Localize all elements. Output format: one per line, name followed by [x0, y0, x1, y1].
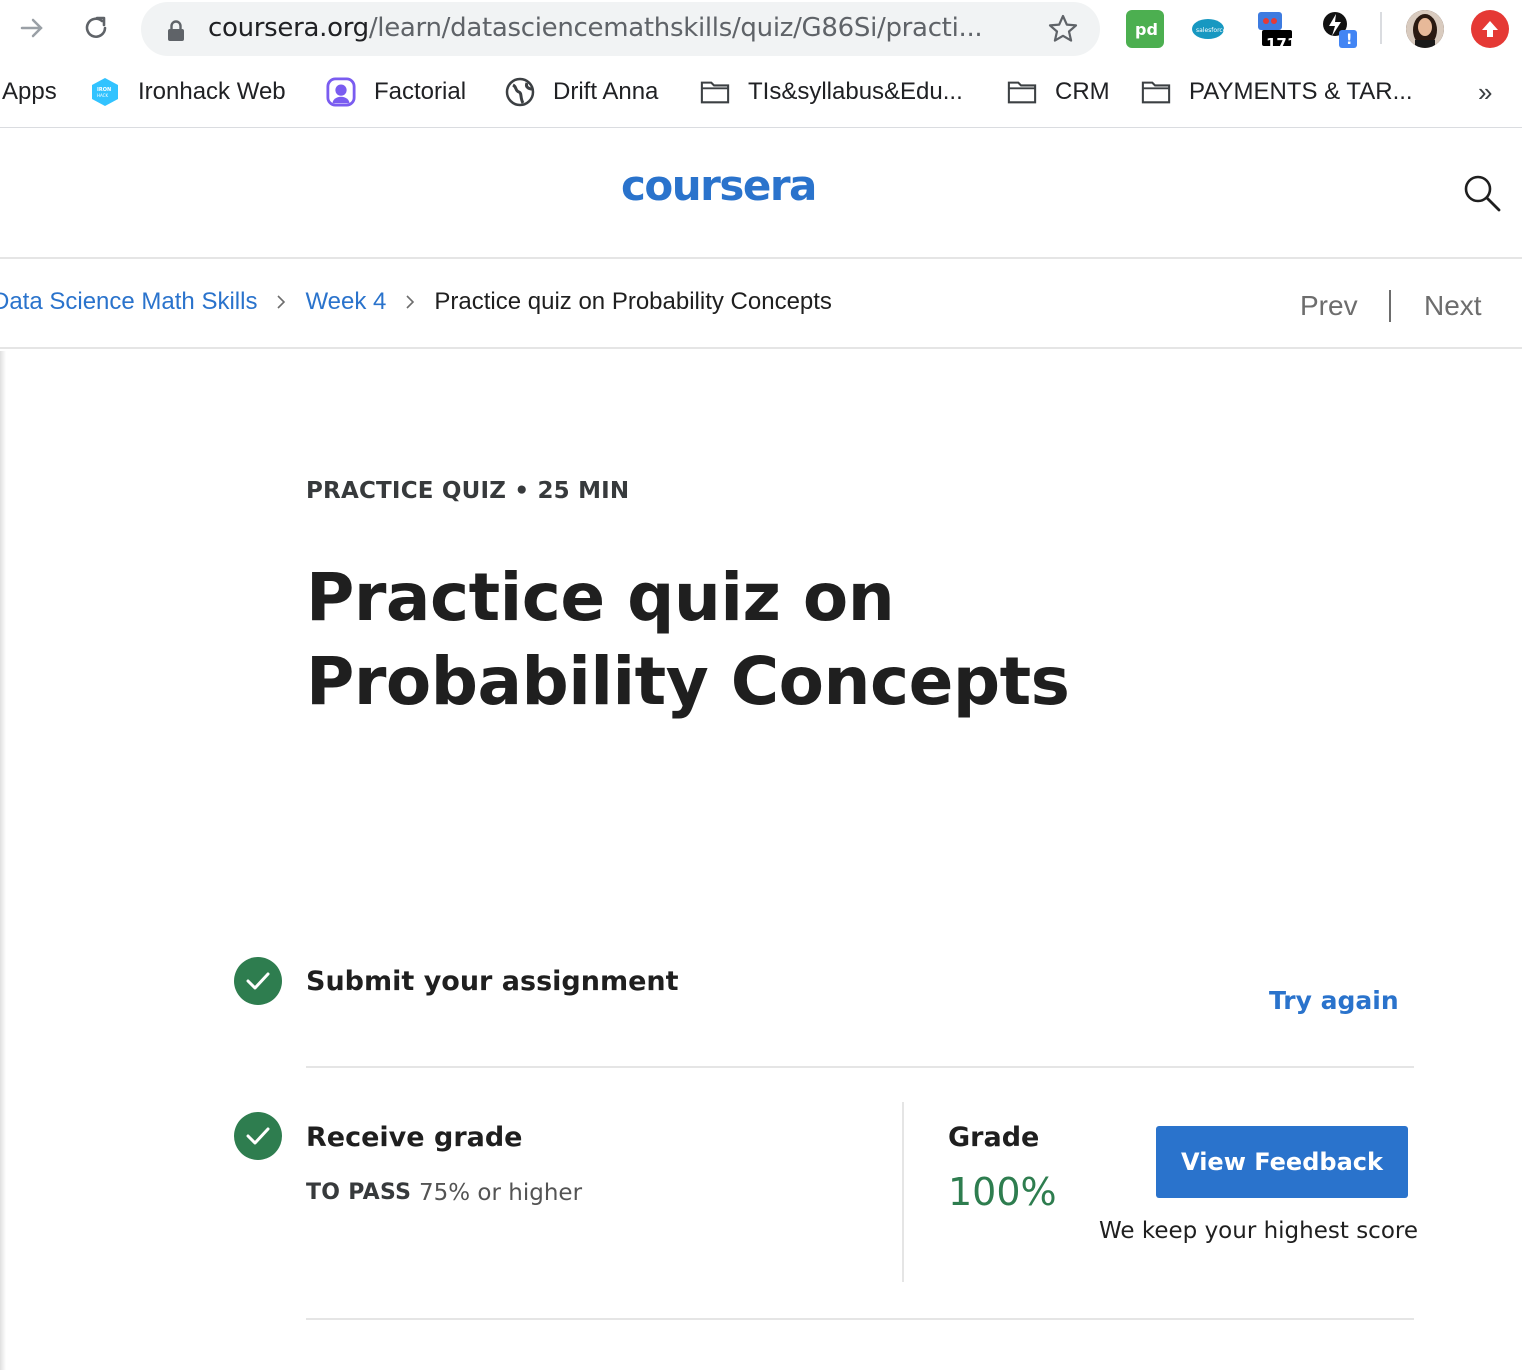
bookmark-ironhack-web[interactable]: IRON HACK Ironhack Web [90, 74, 286, 110]
browser-toolbar: coursera.org/learn/datasciencemathskills… [0, 0, 1522, 58]
bookmark-factorial[interactable]: Factorial [326, 74, 466, 110]
update-chrome-icon[interactable] [1471, 10, 1509, 48]
highest-score-note: We keep your highest score [1099, 1218, 1419, 1244]
try-again-button[interactable]: Try again [1269, 986, 1399, 1015]
bookmark-label: PAYMENTS & TAR... [1189, 78, 1413, 105]
svg-text:salesforce: salesforce [1196, 27, 1226, 34]
forward-arrow-icon [20, 18, 43, 38]
breadcrumb-course-link[interactable]: Data Science Math Skills [0, 288, 257, 316]
prev-button[interactable]: Prev [1300, 290, 1358, 322]
next-button[interactable]: Next [1424, 290, 1482, 322]
lightning-extension-icon[interactable]: ! [1319, 10, 1357, 48]
grade-value: 100% [948, 1170, 1057, 1214]
salesforce-extension-icon[interactable]: salesforce [1189, 10, 1227, 48]
svg-text:pd: pd [1135, 20, 1158, 39]
bookmark-folder-tis-syllabus[interactable]: TIs&syllabus&Edu... [700, 74, 963, 110]
submit-step-title: Submit your assignment [306, 966, 679, 997]
page-title: Practice quiz on Probability Concepts [306, 559, 1070, 720]
breadcrumb-bar: Data Science Math Skills Week 4 Practice… [0, 260, 1522, 349]
url-path: /learn/datasciencemathskills/quiz/G86Si/… [368, 13, 983, 43]
tabs-counter-extension-icon[interactable]: 171 [1256, 10, 1297, 53]
forward-button[interactable] [12, 8, 52, 48]
checkmark-icon [234, 957, 282, 1005]
coursera-logo[interactable]: coursera [621, 161, 817, 210]
ironhack-icon: IRON HACK [90, 77, 120, 107]
left-panel-edge [0, 351, 6, 1370]
profile-avatar[interactable] [1406, 10, 1444, 48]
tabs-counter-badge: 171 [1266, 35, 1298, 53]
address-bar[interactable]: coursera.org/learn/datasciencemathskills… [141, 2, 1100, 56]
bookmark-label: CRM [1055, 78, 1110, 105]
reload-button[interactable] [76, 8, 116, 48]
pandadoc-extension-icon[interactable]: pd [1126, 10, 1164, 48]
bookmark-folder-payments[interactable]: PAYMENTS & TAR... [1141, 74, 1413, 110]
breadcrumb-current: Practice quiz on Probability Concepts [434, 288, 832, 315]
folder-icon [700, 77, 730, 107]
grade-step-title: Receive grade [306, 1122, 523, 1153]
bookmark-label: TIs&syllabus&Edu... [748, 78, 963, 105]
quiz-type-duration: PRACTICE QUIZ • 25 MIN [306, 478, 630, 504]
vertical-divider [902, 1102, 904, 1282]
bookmark-label: Ironhack Web [138, 78, 286, 105]
svg-text:HACK: HACK [97, 93, 108, 98]
folder-icon [1007, 77, 1037, 107]
search-icon[interactable] [1462, 173, 1502, 213]
bookmarks-bar: Apps IRON HACK Ironhack Web Factorial Dri… [0, 58, 1522, 128]
checkmark-icon [234, 1112, 282, 1160]
bookmark-label: Drift Anna [553, 78, 659, 105]
breadcrumb-week-link[interactable]: Week 4 [305, 288, 386, 316]
globe-icon [505, 77, 535, 107]
bookmark-label: Factorial [374, 78, 467, 105]
url-host: coursera.org [208, 13, 369, 43]
pass-threshold-value: 75% or higher [419, 1180, 583, 1206]
view-feedback-button[interactable]: View Feedback [1156, 1126, 1408, 1198]
factorial-icon [326, 77, 356, 107]
breadcrumb: Data Science Math Skills Week 4 Practice… [0, 288, 832, 316]
avatar [1406, 10, 1444, 48]
lock-icon [168, 20, 184, 41]
bookmark-drift-anna[interactable]: Drift Anna [505, 74, 658, 110]
divider [306, 1318, 1414, 1320]
chevron-right-icon [404, 293, 416, 311]
bookmarks-overflow-button[interactable]: » [1478, 74, 1492, 110]
grade-label: Grade [948, 1122, 1040, 1153]
reload-icon [85, 16, 107, 38]
url-text: coursera.org/learn/datasciencemathskills… [208, 13, 983, 43]
extensions-divider [1380, 12, 1382, 44]
bookmark-apps[interactable]: Apps [2, 74, 57, 110]
lightning-extension-badge: ! [1346, 32, 1353, 48]
folder-icon [1141, 77, 1171, 107]
pass-threshold-label: TO PASS [306, 1180, 412, 1205]
bookmark-folder-crm[interactable]: CRM [1007, 74, 1110, 110]
bookmark-star-icon[interactable] [1047, 13, 1079, 45]
nav-divider [1389, 290, 1391, 322]
divider [306, 1066, 1414, 1068]
bookmark-label: Apps [2, 78, 57, 105]
chevron-right-icon [275, 293, 287, 311]
site-header: coursera [0, 129, 1522, 259]
